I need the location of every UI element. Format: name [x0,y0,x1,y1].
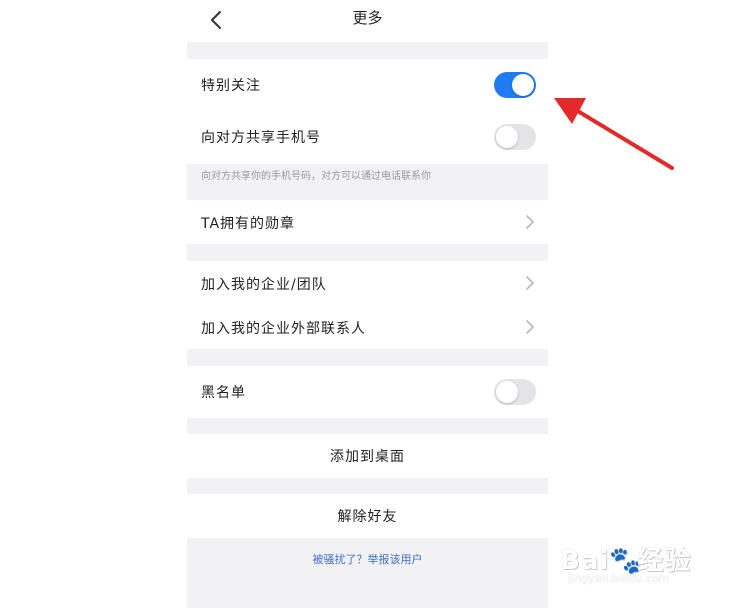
badges-label: TA拥有的勋章 [201,216,296,232]
chevron-right-icon [526,276,534,290]
join-team-row[interactable]: 加入我的企业/团队 [187,261,548,305]
annotation-arrow-icon [554,98,674,170]
add-to-desktop-row[interactable]: 添加到桌面 [187,434,548,478]
blacklist-row: 黑名单 [187,366,548,418]
watermark-domain: jingyan.baidu.com [568,572,670,585]
chevron-right-icon [526,320,534,334]
page-title: 更多 [352,9,383,27]
remove-friend-row[interactable]: 解除好友 [187,494,548,538]
phone-screen: 更多 特别关注 向对方共享手机号 向对方共享你的手机号码，对方可以通过电话联系你… [187,0,548,608]
blacklist-toggle[interactable] [494,379,536,405]
remove-friend-button[interactable]: 解除好友 [187,506,548,526]
special-follow-toggle[interactable] [494,72,536,98]
join-team-label: 加入我的企业/团队 [201,277,327,293]
chevron-right-icon [526,215,534,229]
special-follow-row: 特别关注 [187,59,548,111]
report-user-link[interactable]: 被骚扰了？举报该用户 [187,551,548,567]
join-external-label: 加入我的企业外部联系人 [201,321,366,337]
blacklist-label: 黑名单 [201,385,246,401]
toggle-knob [496,126,518,148]
share-phone-toggle[interactable] [494,124,536,150]
toggle-knob [512,74,534,96]
join-external-row[interactable]: 加入我的企业外部联系人 [187,305,548,349]
add-to-desktop-button[interactable]: 添加到桌面 [187,446,548,466]
share-phone-row: 向对方共享手机号 [187,111,548,163]
toggle-knob [496,381,518,403]
badges-row[interactable]: TA拥有的勋章 [187,200,548,244]
share-phone-label: 向对方共享手机号 [201,130,321,146]
special-follow-label: 特别关注 [201,78,261,94]
header-bar: 更多 [187,0,548,42]
share-phone-hint: 向对方共享你的手机号码，对方可以通过电话联系你 [201,171,431,182]
baidu-jingyan-watermark: Bai🐾经验 jingyan.baidu.com [560,536,730,596]
